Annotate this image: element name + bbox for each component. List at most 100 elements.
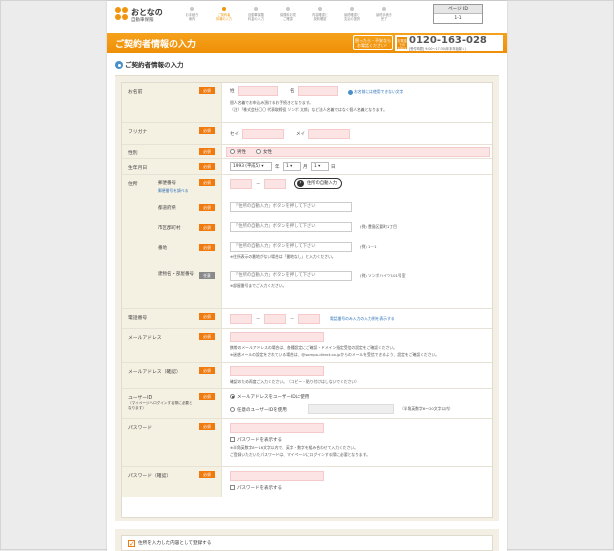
sei-kana-label: セイ	[230, 132, 239, 137]
first-name-kana-input[interactable]	[308, 129, 350, 139]
row-gender: 性別 必須 男性 女性	[122, 145, 492, 159]
email-input[interactable]	[230, 332, 324, 342]
logo-line2: 自動車保険	[131, 18, 154, 23]
page: おとなの 自動車保険 お手続き 案内 ご契約者 情報の入力 自動車保険 料金の入…	[107, 1, 507, 551]
user-id-sublabel: （マイページへログインする際に必要となります）	[128, 401, 193, 410]
city-input[interactable]: 「住所の自動入力」ボタンを押して下さい	[230, 222, 352, 232]
password-confirm-input[interactable]	[230, 471, 324, 481]
city-label: 市区郡町村	[158, 226, 181, 231]
prefecture-label: 都道府県	[158, 206, 176, 211]
contract-form: お名前 必須 姓 名 お名前には使用できない文字 個人名義でお申込み頂けるお手続き…	[121, 82, 493, 518]
day-unit: 日	[331, 165, 336, 170]
required-badge: 必須	[199, 148, 215, 155]
row-user-id: ユーザーID （マイページへログインする際に必要となります） 必須 メールアドレ…	[122, 389, 492, 419]
name-help-link[interactable]: お名前には使用できない文字	[348, 89, 403, 95]
screen-frame: おとなの 自動車保険 お手続き 案内 ご契約者 情報の入力 自動車保険 料金の入…	[0, 0, 614, 551]
step-1: お手続き 案内	[179, 7, 205, 29]
user-id-rule: （半角英数字6～20文字以内）	[400, 406, 453, 411]
show-password-confirm-checkbox[interactable]: パスワードを表示する	[230, 485, 282, 491]
street-label: 番地	[158, 246, 167, 251]
show-password-checkbox[interactable]: パスワードを表示する	[230, 437, 282, 443]
step-label: お手続き 案内	[185, 13, 199, 21]
building-input[interactable]: 「住所の自動入力」ボタンを押して下さい	[230, 271, 352, 281]
phone-box[interactable]: お電話 での お申込 0120-163-028 [受付時間] 9:00～17:3…	[395, 35, 503, 51]
required-badge: 必須	[199, 87, 215, 94]
first-name-input[interactable]	[298, 86, 338, 96]
register-address-checkbox[interactable]: ✓	[128, 540, 135, 548]
site-header: おとなの 自動車保険 お手続き 案内 ご契約者 情報の入力 自動車保険 料金の入…	[107, 1, 507, 33]
phone-example-link[interactable]: 電話番号のみ入力の入力例を表示する	[330, 316, 395, 322]
last-name-kana-input[interactable]	[242, 129, 284, 139]
required-badge: 必須	[199, 367, 215, 374]
page-id-value: 1-1	[454, 16, 462, 21]
step-label: 保険料お見 ご確認	[280, 13, 296, 21]
row-email: メールアドレス 必須 携帯のメールアドレスの場合は、各種設定にご確認・ドメイン指定…	[122, 329, 492, 363]
field-label: フリガナ	[128, 130, 148, 135]
field-label: メールアドレス（確認）	[128, 370, 181, 375]
gender-male-radio[interactable]: 男性	[230, 149, 246, 155]
address-autofill-button[interactable]: 住所の自動入力	[294, 178, 343, 189]
row-furigana: フリガナ 必須 セイ メイ	[122, 123, 492, 145]
step-label: 最終確認と 支払の選択	[344, 13, 360, 21]
field-label: 性別	[128, 151, 138, 156]
required-badge: 必須	[199, 393, 215, 400]
required-badge: 必須	[199, 224, 215, 231]
field-label: メールアドレス	[128, 336, 162, 341]
step-label: 自動車保険 料金の入力	[248, 13, 264, 21]
step-label: 内容確認と 契約確認	[312, 13, 328, 21]
password-input[interactable]	[230, 423, 324, 433]
logo[interactable]: おとなの 自動車保険	[115, 7, 175, 25]
section-bullet-icon	[115, 61, 123, 69]
street-input[interactable]: 「住所の自動入力」ボタンを押して下さい	[230, 242, 352, 252]
prefecture-input[interactable]: 「住所の自動入力」ボタンを押して下さい	[230, 202, 352, 212]
step-5: 内容確認と 契約確認	[307, 7, 333, 29]
step-label: ご契約者 情報の入力	[216, 13, 232, 21]
field-label: 電話番号	[128, 316, 148, 321]
form-wrapper: お名前 必須 姓 名 お名前には使用できない文字 個人名義でお申込み頂けるお手続き…	[115, 75, 499, 521]
user-id-input[interactable]	[308, 404, 394, 414]
phone-3-input[interactable]	[298, 314, 320, 324]
title-banner: ご契約者情報の入力 困ったら・不安なら お電話ください！ お電話 での お申込 …	[107, 33, 507, 53]
help-call-button[interactable]: 困ったら・不安なら お電話ください！	[353, 35, 393, 50]
postal-lookup-link[interactable]: 郵便番号を調べる	[158, 188, 188, 194]
step-7: 最終手続き 完了	[371, 7, 397, 29]
step-2: ご契約者 情報の入力	[211, 7, 237, 29]
birth-year-select[interactable]: 1993 (平成5) ▾	[230, 162, 272, 171]
street-note: ※住所表示の番地がない場合は「番地なし」と入力ください。	[230, 254, 336, 259]
gender-female-radio[interactable]: 女性	[256, 149, 272, 155]
row-password-confirm: パスワード（確認） 必須 パスワードを表示する	[122, 467, 492, 497]
required-badge: 必須	[199, 313, 215, 320]
field-label: ユーザーID	[128, 396, 153, 401]
row-birthdate: 生年月日 必須 1993 (平成5) ▾ 年 1 ▾ 月 1 ▾ 日	[122, 159, 492, 175]
field-label: 生年月日	[128, 166, 148, 171]
row-password: パスワード 必須 パスワードを表示する ※半角英数字8～16文字以内で、英字・数字…	[122, 419, 492, 467]
bottom-bar: ✓ 住所を入力した内容として登録する	[115, 529, 499, 551]
user-id-custom-radio[interactable]: 任意のユーザーIDを使用	[230, 407, 287, 413]
section-title: ご契約者情報の入力	[125, 61, 184, 69]
email-note-1: 携帯のメールアドレスの場合は、各種設定にご確認・ドメイン指定受信の設定をご確認く…	[230, 345, 397, 350]
birth-month-select[interactable]: 1 ▾	[283, 162, 301, 171]
password-note-1: ※半角英数字8～16文字以内で、英字・数字を組み合わせて入力ください。	[230, 445, 358, 450]
required-badge: 必須	[199, 163, 215, 170]
last-name-input[interactable]	[238, 86, 278, 96]
city-example: (例) 豊島区要町1丁目	[360, 224, 397, 229]
required-badge: 必須	[199, 244, 215, 251]
optional-badge: 任意	[199, 272, 215, 279]
row-address: 住所 郵便番号 必須 郵便番号を調べる 都道府県 必須 市区郡町村 必須 番地 …	[122, 175, 492, 309]
required-badge: 必須	[199, 204, 215, 211]
user-id-email-radio[interactable]: メールアドレスをユーザーIDに使用	[230, 394, 309, 400]
postal-label: 郵便番号	[158, 181, 176, 186]
postal-code-2-input[interactable]	[264, 179, 286, 189]
phone-1-input[interactable]	[230, 314, 252, 324]
step-label: 最終手続き 完了	[376, 13, 392, 21]
email-note-2: ※迷惑メールの設定をされている場合は、@sompo-direct.co.jpから…	[230, 352, 440, 357]
email-confirm-input[interactable]	[230, 366, 324, 376]
phone-hours: [受付時間] 9:00～17:30(年末年始除く)	[409, 47, 467, 51]
name-note-1: 個人名義でお申込み頂けるお手続きとなります。	[230, 100, 314, 105]
birth-day-select[interactable]: 1 ▾	[311, 162, 329, 171]
year-unit: 年	[275, 165, 280, 170]
phone-2-input[interactable]	[264, 314, 286, 324]
name-note-2: （注）「株式会社〇〇 代表取締役 ソンポ 太郎」など法人名義ではなく個人名義とな…	[230, 107, 387, 112]
postal-code-1-input[interactable]	[230, 179, 252, 189]
month-unit: 月	[303, 165, 308, 170]
